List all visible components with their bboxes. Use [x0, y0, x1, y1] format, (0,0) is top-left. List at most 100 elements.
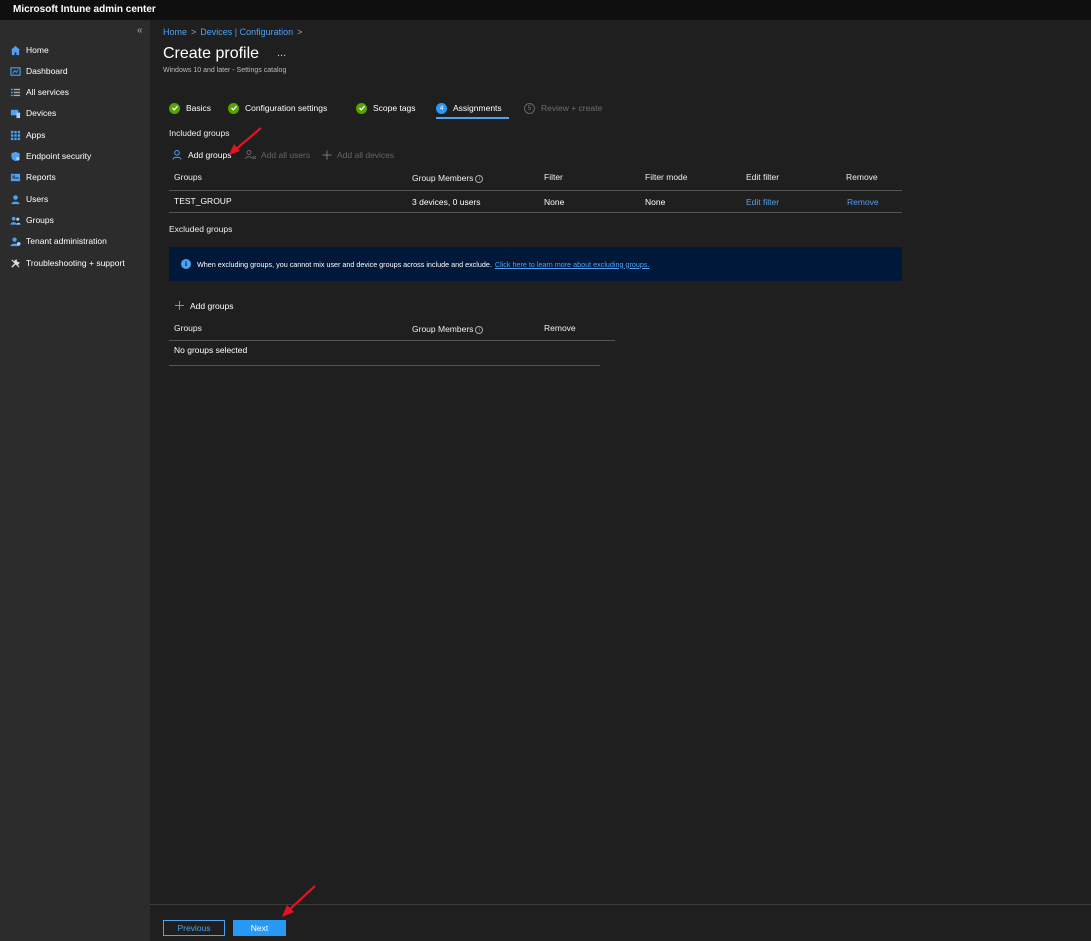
table-divider [169, 212, 902, 213]
tenant-admin-icon [10, 236, 21, 247]
sidebar-item-label: Home [26, 45, 49, 55]
included-groups-heading: Included groups [169, 128, 230, 138]
column-header-label: Group Members [412, 173, 474, 183]
cell-filter-mode: None [645, 197, 666, 207]
table-divider [169, 365, 600, 366]
step-configuration-settings[interactable]: Configuration settings [228, 101, 327, 115]
breadcrumb-separator: > [297, 27, 303, 37]
table-divider [169, 340, 615, 341]
exclusion-info-banner: i When excluding groups, you cannot mix … [169, 247, 902, 281]
step-label: Scope tags [373, 103, 416, 113]
sidebar-item-devices[interactable]: Devices [10, 105, 56, 121]
checkmark-icon [228, 102, 239, 114]
page-title: Create profile [163, 45, 260, 62]
top-bar: Microsoft Intune admin center [0, 0, 1091, 20]
reports-icon [10, 172, 21, 183]
column-header-remove: Remove [846, 172, 878, 182]
add-all-devices-button: Add all devices [321, 148, 394, 161]
sidebar-item-label: All services [26, 87, 69, 97]
annotation-arrow-icon [282, 885, 316, 917]
cell-group-name: TEST_GROUP [174, 196, 232, 206]
column-header-group-members: Group Members i [412, 173, 484, 183]
edit-filter-link[interactable]: Edit filter [746, 197, 779, 207]
column-header-groups: Groups [174, 323, 202, 333]
sidebar-item-label: Groups [26, 215, 54, 225]
column-header-filter-mode: Filter mode [645, 172, 688, 182]
add-all-devices-label: Add all devices [337, 149, 395, 160]
add-groups-button[interactable]: Add groups [172, 148, 231, 161]
main-content: Home > Devices | Configuration > Create pro… [150, 20, 1091, 904]
step-label: Review + create [541, 103, 603, 113]
breadcrumb: Home > Devices | Configuration > [163, 27, 306, 37]
sidebar-item-label: Endpoint security [26, 151, 92, 161]
cell-filter: None [544, 197, 565, 207]
empty-state-text: No groups selected [174, 345, 248, 355]
sidebar-item-label: Users [26, 194, 49, 204]
breadcrumb-home-link[interactable]: Home [163, 27, 187, 37]
sidebar-item-home[interactable]: Home [10, 42, 49, 58]
annotation-arrow-icon [229, 127, 262, 155]
cell-group-members: 3 devices, 0 users [412, 197, 481, 207]
column-header-group-members: Group Members i [412, 324, 484, 334]
step-scope-tags[interactable]: Scope tags [356, 101, 416, 115]
sidebar-item-label: Devices [26, 108, 57, 118]
sidebar-item-users[interactable]: Users [10, 191, 48, 207]
info-icon[interactable]: i [475, 174, 484, 183]
info-icon[interactable]: i [475, 325, 484, 334]
active-step-indicator [436, 117, 509, 119]
sidebar-item-all-services[interactable]: All services [10, 84, 69, 100]
user-icon [10, 194, 21, 205]
learn-more-excluding-groups-link[interactable]: Click here to learn more about excluding… [495, 260, 650, 269]
dashboard-icon [10, 66, 21, 77]
sidebar-item-label: Troubleshooting + support [26, 258, 125, 268]
column-header-label: Group Members [412, 324, 474, 334]
more-options-button[interactable]: ... [277, 47, 286, 59]
sidebar-item-apps[interactable]: Apps [10, 127, 45, 143]
sidebar-item-endpoint-security[interactable]: Endpoint security [10, 148, 91, 164]
sidebar-item-reports[interactable]: Reports [10, 169, 56, 185]
plus-icon [321, 149, 333, 161]
shield-icon [10, 151, 21, 162]
sidebar-item-label: Reports [26, 172, 56, 182]
devices-icon [10, 108, 21, 119]
list-icon [10, 87, 21, 98]
sidebar-item-troubleshooting-support[interactable]: Troubleshooting + support [10, 255, 125, 271]
column-header-edit-filter: Edit filter [746, 172, 780, 182]
column-header-remove: Remove [544, 323, 576, 333]
add-all-users-label: Add all users [261, 149, 311, 160]
step-assignments[interactable]: 4 Assignments [436, 101, 502, 115]
add-groups-label: Add groups [190, 300, 234, 311]
column-header-groups: Groups [174, 172, 202, 182]
remove-link[interactable]: Remove [847, 197, 879, 207]
table-divider [169, 190, 902, 191]
groups-icon [10, 215, 21, 226]
step-label: Basics [186, 103, 212, 113]
apps-grid-icon [10, 130, 21, 141]
app-title: Microsoft Intune admin center [13, 4, 156, 15]
sidebar: « Home Dashboard All services Devices Ap… [0, 20, 150, 941]
step-label: Configuration settings [245, 103, 328, 113]
sidebar-item-groups[interactable]: Groups [10, 212, 54, 228]
home-icon [10, 45, 21, 56]
step-review-create: 5 Review + create [524, 101, 602, 115]
step-number-badge: 5 [524, 102, 535, 114]
collapse-sidebar-icon[interactable]: « [137, 25, 143, 36]
step-number-badge: 4 [436, 102, 447, 114]
breadcrumb-separator: > [191, 27, 197, 37]
info-icon: i [181, 259, 191, 269]
add-excluded-groups-button[interactable]: Add groups [174, 299, 233, 312]
step-basics[interactable]: Basics [169, 101, 211, 115]
sidebar-item-label: Apps [26, 130, 46, 140]
step-label: Assignments [453, 103, 502, 113]
plus-icon [174, 300, 185, 311]
page-subtitle: Windows 10 and later - Settings catalog [163, 67, 287, 74]
excluded-groups-heading: Excluded groups [169, 224, 233, 234]
next-button[interactable]: Next [233, 920, 286, 936]
sidebar-item-label: Dashboard [26, 66, 68, 76]
sidebar-item-dashboard[interactable]: Dashboard [10, 63, 68, 79]
sidebar-item-label: Tenant administration [26, 236, 107, 246]
previous-button[interactable]: Previous [163, 920, 225, 936]
sidebar-item-tenant-administration[interactable]: Tenant administration [10, 233, 107, 249]
breadcrumb-devices-configuration-link[interactable]: Devices | Configuration [200, 27, 293, 37]
checkmark-icon [356, 102, 367, 114]
